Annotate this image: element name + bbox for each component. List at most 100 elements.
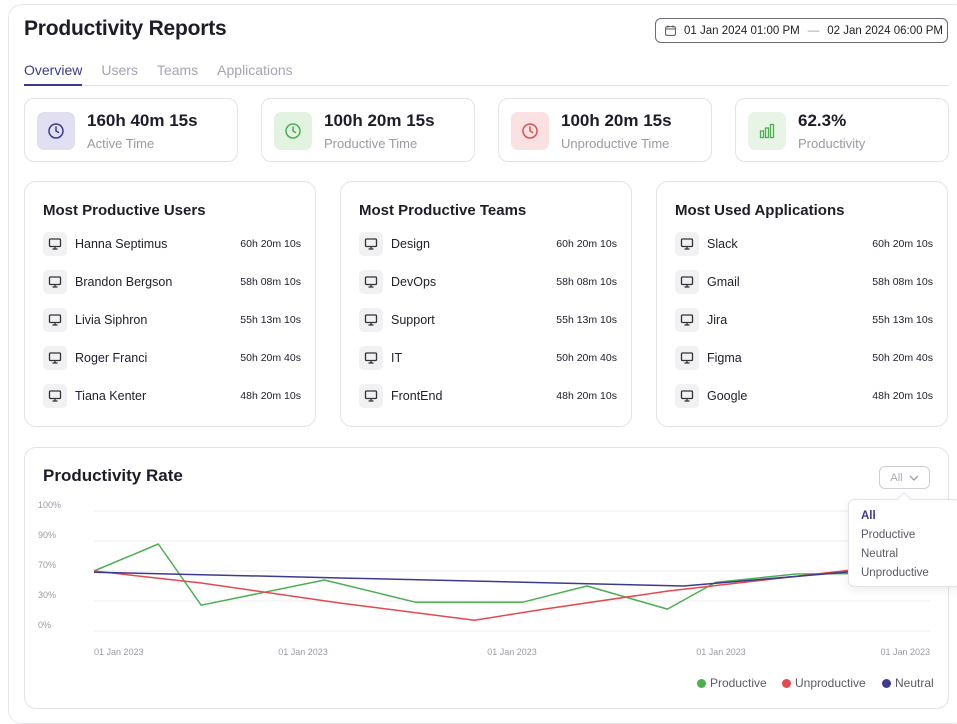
series-line-unproductive — [93, 560, 931, 621]
legend-item-productive[interactable]: Productive — [697, 676, 767, 690]
monitor-icon — [359, 384, 383, 408]
legend-item-unproductive[interactable]: Unproductive — [782, 676, 866, 690]
item-time: 48h 20m 10s — [872, 390, 933, 402]
legend-dot — [782, 678, 791, 688]
item-name: Design — [391, 237, 430, 251]
clock-icon — [511, 112, 549, 150]
series-line-neutral — [93, 564, 931, 587]
tab-applications[interactable]: Applications — [217, 62, 293, 86]
y-tick-label: 30% — [38, 590, 56, 600]
item-name: IT — [391, 351, 403, 365]
item-name: Tiana Kenter — [75, 389, 147, 403]
stat-value: 160h 40m 15s — [87, 111, 198, 130]
item-name: Brandon Bergson — [75, 275, 173, 289]
item-time: 50h 20m 40s — [240, 352, 301, 364]
item-name: Hanna Septimus — [75, 237, 168, 251]
item-time: 55h 13m 10s — [872, 314, 933, 326]
x-tick-label: 01 Jan 2023 — [278, 647, 328, 657]
monitor-icon — [43, 384, 67, 408]
stat-label: Productivity — [798, 136, 866, 151]
item-name: Google — [707, 389, 748, 403]
filter-option-all[interactable]: All — [849, 507, 957, 526]
item-time: 50h 20m 40s — [556, 352, 617, 364]
item-time: 60h 20m 10s — [240, 238, 301, 250]
item-name: Figma — [707, 351, 742, 365]
monitor-icon — [43, 270, 67, 294]
legend-label: Productive — [710, 676, 767, 690]
card-title: Most Productive Teams — [359, 202, 527, 219]
series-line-productive — [93, 543, 931, 610]
date-range-picker[interactable]: 01 Jan 2024 01:00 PM — 02 Jan 2024 06:00… — [655, 18, 948, 43]
monitor-icon — [359, 270, 383, 294]
chart-title: Productivity Rate — [43, 466, 183, 485]
item-time: 60h 20m 10s — [872, 238, 933, 250]
item-name: FrontEnd — [391, 389, 443, 403]
list-item[interactable]: Slack 60h 20m 10s — [675, 230, 933, 258]
filter-value: All — [890, 471, 903, 484]
item-time: 58h 08m 10s — [240, 276, 301, 288]
bar-chart-icon — [748, 112, 786, 150]
most-used-applications-card: Most Used Applications Slack 60h 20m 10s … — [656, 181, 948, 427]
list-item[interactable]: Brandon Bergson 58h 08m 10s — [43, 268, 301, 296]
list-item[interactable]: Tiana Kenter 48h 20m 10s — [43, 382, 301, 410]
date-end: 02 Jan 2024 06:00 PM — [827, 24, 943, 37]
filter-menu: All Productive Neutral Unproductive — [848, 491, 957, 587]
legend-label: Neutral — [895, 676, 934, 690]
list-item[interactable]: Roger Franci 50h 20m 40s — [43, 344, 301, 372]
filter-option-productive[interactable]: Productive — [849, 526, 957, 545]
tab-users[interactable]: Users — [101, 62, 138, 86]
list-item[interactable]: Google 48h 20m 10s — [675, 382, 933, 410]
list-item[interactable]: Gmail 58h 08m 10s — [675, 268, 933, 296]
x-tick-label: 01 Jan 2023 — [94, 647, 144, 657]
stat-card-active-time: 160h 40m 15s Active Time — [24, 98, 238, 162]
stat-card-unproductive-time: 100h 20m 15s Unproductive Time — [498, 98, 712, 162]
monitor-icon — [43, 346, 67, 370]
filter-option-neutral[interactable]: Neutral — [849, 545, 957, 564]
chevron-down-icon — [909, 472, 919, 484]
list-item[interactable]: Figma 50h 20m 40s — [675, 344, 933, 372]
monitor-icon — [359, 308, 383, 332]
legend-label: Unproductive — [795, 676, 866, 690]
list-item[interactable]: Design 60h 20m 10s — [359, 230, 617, 258]
monitor-icon — [675, 308, 699, 332]
item-name: Gmail — [707, 275, 740, 289]
date-start: 01 Jan 2024 01:00 PM — [684, 24, 800, 37]
list-item[interactable]: Livia Siphron 55h 13m 10s — [43, 306, 301, 334]
monitor-icon — [675, 232, 699, 256]
list-item[interactable]: Jira 55h 13m 10s — [675, 306, 933, 334]
filter-option-unproductive[interactable]: Unproductive — [849, 564, 957, 583]
filter-dropdown[interactable]: All — [879, 466, 930, 489]
x-tick-label: 01 Jan 2023 — [487, 647, 537, 657]
list-item[interactable]: Hanna Septimus 60h 20m 10s — [43, 230, 301, 258]
stat-value: 100h 20m 15s — [561, 111, 672, 130]
list-item[interactable]: FrontEnd 48h 20m 10s — [359, 382, 617, 410]
list-item[interactable]: IT 50h 20m 40s — [359, 344, 617, 372]
stat-label: Active Time — [87, 136, 155, 151]
clock-icon — [37, 112, 75, 150]
most-productive-users-card: Most Productive Users Hanna Septimus 60h … — [24, 181, 316, 427]
item-name: Jira — [707, 313, 728, 327]
date-separator: — — [807, 24, 820, 37]
item-time: 55h 13m 10s — [240, 314, 301, 326]
y-tick-label: 90% — [38, 530, 56, 540]
tab-overview[interactable]: Overview — [24, 62, 83, 86]
item-name: Support — [391, 313, 435, 327]
monitor-icon — [43, 232, 67, 256]
monitor-icon — [675, 346, 699, 370]
item-time: 50h 20m 40s — [872, 352, 933, 364]
item-time: 48h 20m 10s — [240, 390, 301, 402]
item-time: 55h 13m 10s — [556, 314, 617, 326]
tab-teams[interactable]: Teams — [157, 62, 198, 86]
x-tick-label: 01 Jan 2023 — [696, 647, 746, 657]
list-item[interactable]: DevOps 58h 08m 10s — [359, 268, 617, 296]
stat-card-productivity: 62.3% Productivity — [735, 98, 949, 162]
item-name: Roger Franci — [75, 351, 148, 365]
item-name: Slack — [707, 237, 738, 251]
legend-item-neutral[interactable]: Neutral — [882, 676, 934, 690]
card-title: Most Used Applications — [675, 202, 845, 219]
monitor-icon — [43, 308, 67, 332]
card-title: Most Productive Users — [43, 202, 206, 219]
clock-icon — [274, 112, 312, 150]
list-item[interactable]: Support 55h 13m 10s — [359, 306, 617, 334]
item-time: 60h 20m 10s — [556, 238, 617, 250]
